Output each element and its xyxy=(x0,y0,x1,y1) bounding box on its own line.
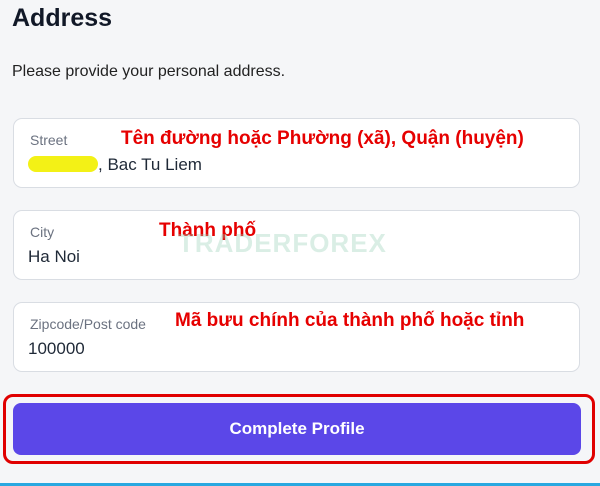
zipcode-value[interactable]: 100000 xyxy=(28,339,85,359)
zipcode-annotation: Mã bưu chính của thành phố hoặc tỉnh xyxy=(175,310,525,331)
zipcode-label: Zipcode/Post code xyxy=(30,316,146,332)
street-annotation: Tên đường hoặc Phường (xã), Quận (huyện) xyxy=(121,128,524,149)
address-form-page: Address Please provide your personal add… xyxy=(0,0,600,486)
redaction-mark xyxy=(28,156,98,172)
street-value[interactable]: , Bac Tu Liem xyxy=(28,155,202,175)
street-value-text: , Bac Tu Liem xyxy=(98,155,202,174)
street-label: Street xyxy=(30,132,68,148)
watermark: TRADERFOREX xyxy=(178,228,387,258)
page-subtitle: Please provide your personal address. xyxy=(12,63,286,80)
page-title: Address xyxy=(12,4,113,32)
complete-profile-button[interactable]: Complete Profile xyxy=(13,403,581,455)
city-label: City xyxy=(30,224,55,240)
city-value[interactable]: Ha Noi xyxy=(28,247,80,267)
